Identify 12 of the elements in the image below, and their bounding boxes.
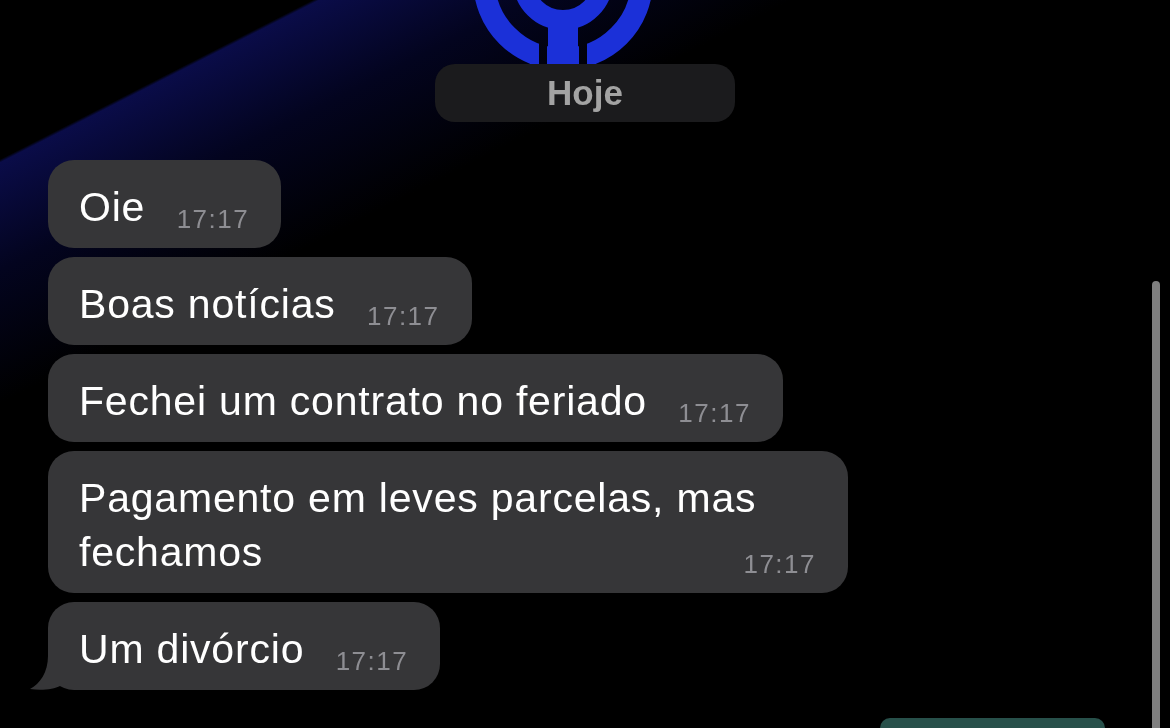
scrollbar-thumb[interactable] [1152,281,1160,728]
rings-logo-icon [473,0,653,64]
message-time: 17:17 [366,303,440,329]
message-time: 17:17 [678,400,751,426]
message-text: Boas notícias [79,281,336,327]
date-divider: Hoje [435,64,735,122]
message-text: Oie [79,184,146,230]
message-text: Um divórcio [79,626,305,672]
message-time: 17:17 [176,206,250,232]
message-time: 17:17 [335,648,409,674]
message-time: 17:17 [743,551,816,577]
message-text: Fechei um contrato no feriado [79,378,647,424]
